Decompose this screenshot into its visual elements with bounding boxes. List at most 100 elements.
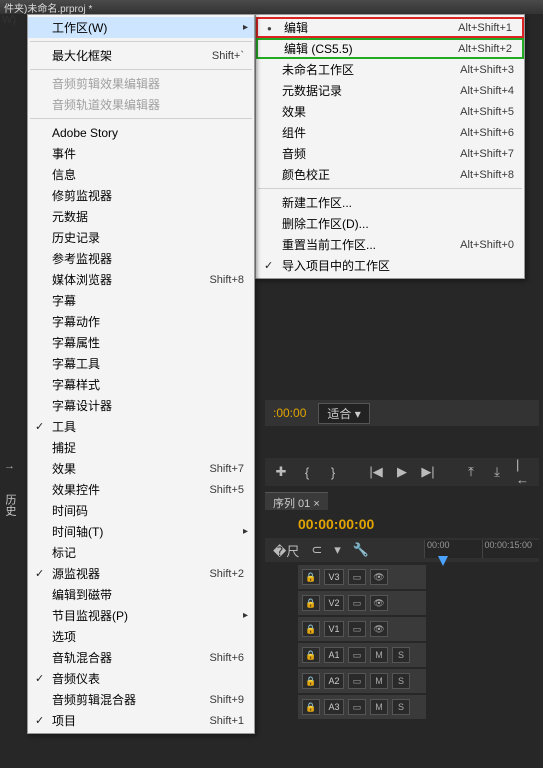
menu-timecode[interactable]: 时间码	[28, 500, 254, 521]
lock-icon[interactable]: 🔒	[302, 673, 320, 689]
new-workspace[interactable]: 新建工作区...	[256, 192, 524, 213]
eye-icon[interactable]: 👁	[370, 569, 388, 585]
history-panel-tab[interactable]: 历史	[2, 494, 18, 516]
menu-history[interactable]: 历史记录	[28, 227, 254, 248]
workspace-metadata-logging[interactable]: 元数据记录Alt+Shift+4	[256, 80, 524, 101]
toggle-output-icon[interactable]: ▭	[348, 595, 366, 611]
menu-tools[interactable]: 工具	[28, 416, 254, 437]
in-point-icon[interactable]: {	[299, 464, 315, 480]
workspace-audio[interactable]: 音频Alt+Shift+7	[256, 143, 524, 164]
menu-workspace[interactable]: 工作区(W)	[28, 17, 254, 38]
program-transport-toolbar: ✚ { } |◀ ▶ ▶| ⤒ ⤓ |←	[265, 458, 539, 486]
menu-options[interactable]: 选项	[28, 626, 254, 647]
track-a2[interactable]: 🔒A2▭MS	[298, 669, 426, 693]
track-headers: 🔒V3▭👁 🔒V2▭👁 🔒V1▭👁 🔒A1▭MS 🔒A2▭MS 🔒A3▭MS	[298, 565, 426, 721]
lock-icon[interactable]: 🔒	[302, 621, 320, 637]
menu-program-monitor[interactable]: 节目监视器(P)	[28, 605, 254, 626]
ruler-tick: 00:00	[424, 540, 482, 558]
lock-icon[interactable]: 🔒	[302, 595, 320, 611]
menu-track-mixer[interactable]: 音轨混合器Shift+6	[28, 647, 254, 668]
marker-icon[interactable]: ▾	[334, 542, 341, 558]
workspace-assembly[interactable]: 组件Alt+Shift+6	[256, 122, 524, 143]
menu-metadata[interactable]: 元数据	[28, 206, 254, 227]
eye-icon[interactable]: 👁	[370, 595, 388, 611]
menu-maximize-frame[interactable]: 最大化框架Shift+`	[28, 45, 254, 66]
menu-clip-mixer[interactable]: 音频剪辑混合器Shift+9	[28, 689, 254, 710]
delete-workspace[interactable]: 删除工作区(D)...	[256, 213, 524, 234]
linked-sel-icon[interactable]: ⊂	[311, 542, 322, 558]
mute-button[interactable]: M	[370, 699, 388, 715]
toggle-output-icon[interactable]: ▭	[348, 621, 366, 637]
ruler-tick: 00:00:15:00	[482, 540, 540, 558]
track-v1[interactable]: 🔒V1▭👁	[298, 617, 426, 641]
menu-effects[interactable]: 效果Shift+7	[28, 458, 254, 479]
mute-button[interactable]: M	[370, 673, 388, 689]
menu-audio-clip-fx: 音频剪辑效果编辑器	[28, 73, 254, 94]
sequence-tab[interactable]: 序列 01 ×	[265, 492, 328, 510]
lock-icon[interactable]: 🔒	[302, 647, 320, 663]
out-point-icon[interactable]: }	[325, 464, 341, 480]
export-frame-icon[interactable]: |←	[515, 464, 531, 480]
toggle-output-icon[interactable]: ▭	[348, 569, 366, 585]
solo-button[interactable]: S	[392, 673, 410, 689]
menu-caption-actions[interactable]: 字幕动作	[28, 311, 254, 332]
menu-capture[interactable]: 捕捉	[28, 437, 254, 458]
workspace-effects[interactable]: 效果Alt+Shift+5	[256, 101, 524, 122]
toggle-output-icon[interactable]: ▭	[348, 647, 366, 663]
menu-separator	[258, 188, 522, 189]
menu-audio-meters[interactable]: 音频仪表	[28, 668, 254, 689]
menu-caption-properties[interactable]: 字幕属性	[28, 332, 254, 353]
toggle-output-icon[interactable]: ▭	[348, 699, 366, 715]
menu-effect-controls[interactable]: 效果控件Shift+5	[28, 479, 254, 500]
workspace-color[interactable]: 颜色校正Alt+Shift+8	[256, 164, 524, 185]
play-icon[interactable]: ▶	[394, 464, 410, 480]
menu-events[interactable]: 事件	[28, 143, 254, 164]
add-marker-icon[interactable]: ✚	[273, 464, 289, 480]
menu-caption-styles[interactable]: 字幕样式	[28, 374, 254, 395]
menu-captions[interactable]: 字幕	[28, 290, 254, 311]
menu-caption-designer[interactable]: 字幕设计器	[28, 395, 254, 416]
workspace-edit[interactable]: 编辑Alt+Shift+1	[256, 17, 524, 38]
sequence-timecode[interactable]: 00:00:00:00	[298, 516, 374, 532]
menu-source-monitor[interactable]: 源监视器Shift+2	[28, 563, 254, 584]
menu-separator	[30, 69, 252, 70]
import-workspace[interactable]: 导入项目中的工作区	[256, 255, 524, 276]
menu-adobe-story[interactable]: Adobe Story	[28, 122, 254, 143]
menu-timeline[interactable]: 时间轴(T)	[28, 521, 254, 542]
mute-button[interactable]: M	[370, 647, 388, 663]
snap-icon[interactable]: �尺	[273, 541, 299, 560]
lift-icon[interactable]: ⤒	[463, 464, 479, 480]
step-back-icon[interactable]: |◀	[368, 464, 384, 480]
step-fwd-icon[interactable]: ▶|	[420, 464, 436, 480]
toggle-output-icon[interactable]: ▭	[348, 673, 366, 689]
menu-trim-monitor[interactable]: 修剪监视器	[28, 185, 254, 206]
fit-dropdown[interactable]: 适合 ▾	[318, 403, 369, 424]
menu-reference-monitor[interactable]: 参考监视器	[28, 248, 254, 269]
workspace-edit-cs55[interactable]: 编辑 (CS5.5)Alt+Shift+2	[256, 38, 524, 59]
eye-icon[interactable]: 👁	[370, 621, 388, 637]
settings-icon[interactable]: 🔧	[353, 542, 369, 558]
window-title: 件夹)未命名.prproj *	[0, 0, 543, 14]
menu-edit-to-tape[interactable]: 编辑到磁带	[28, 584, 254, 605]
lock-icon[interactable]: 🔒	[302, 569, 320, 585]
solo-button[interactable]: S	[392, 699, 410, 715]
menu-separator	[30, 118, 252, 119]
program-timecode: :00:00	[273, 406, 306, 420]
timeline-ruler[interactable]: 00:00 00:00:15:00	[424, 540, 539, 558]
extract-icon[interactable]: ⤓	[489, 464, 505, 480]
reset-workspace[interactable]: 重置当前工作区...Alt+Shift+0	[256, 234, 524, 255]
menu-audio-track-fx: 音频轨道效果编辑器	[28, 94, 254, 115]
track-a1[interactable]: 🔒A1▭MS	[298, 643, 426, 667]
workspace-unnamed[interactable]: 未命名工作区Alt+Shift+3	[256, 59, 524, 80]
lock-icon[interactable]: 🔒	[302, 699, 320, 715]
solo-button[interactable]: S	[392, 647, 410, 663]
menu-project[interactable]: 项目Shift+1	[28, 710, 254, 731]
menu-info[interactable]: 信息	[28, 164, 254, 185]
track-a3[interactable]: 🔒A3▭MS	[298, 695, 426, 719]
track-v3[interactable]: 🔒V3▭👁	[298, 565, 426, 589]
menu-caption-tools[interactable]: 字幕工具	[28, 353, 254, 374]
menu-media-browser[interactable]: 媒体浏览器Shift+8	[28, 269, 254, 290]
track-v2[interactable]: 🔒V2▭👁	[298, 591, 426, 615]
menu-markers[interactable]: 标记	[28, 542, 254, 563]
program-monitor-bar: :00:00 适合 ▾	[265, 400, 539, 426]
